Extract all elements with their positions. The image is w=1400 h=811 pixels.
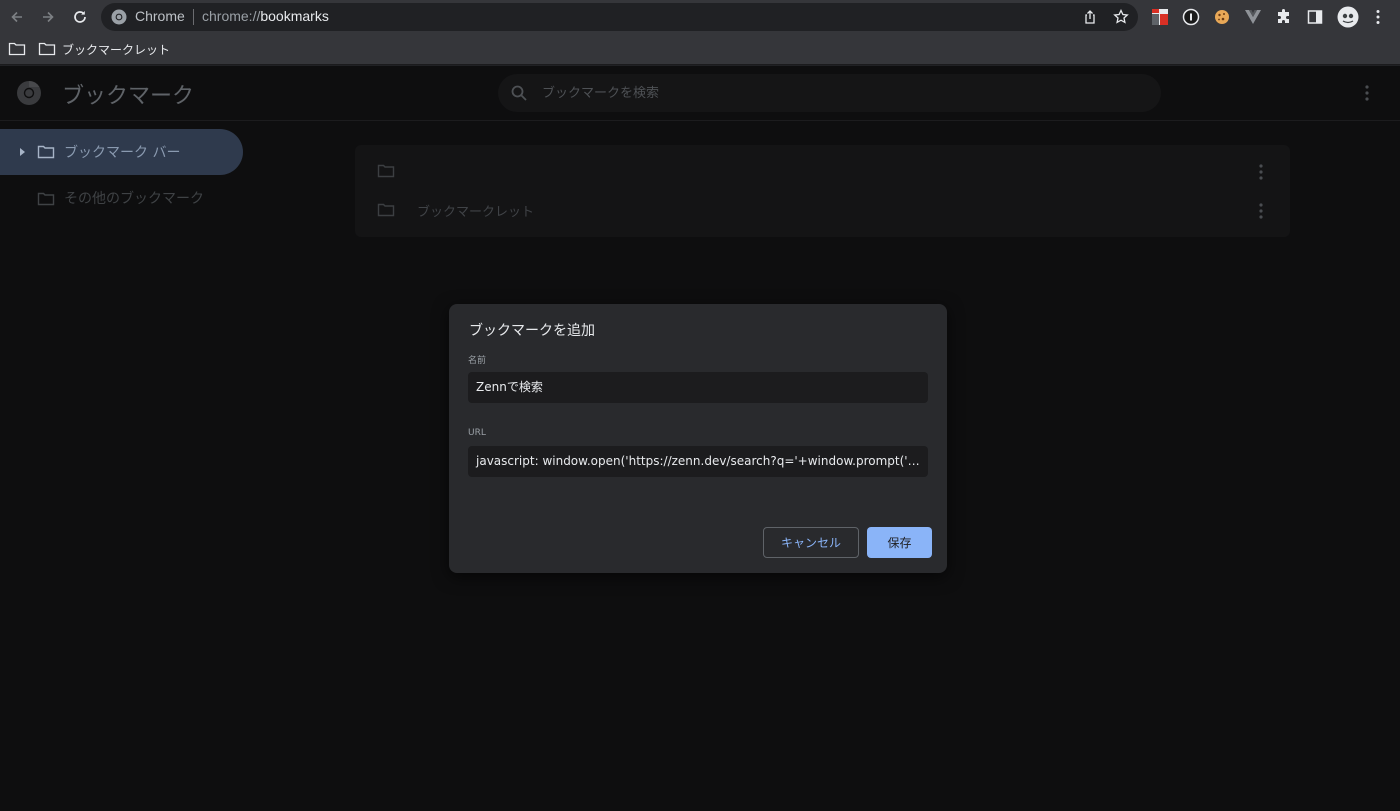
cancel-button[interactable]: キャンセル: [763, 527, 859, 558]
chrome-logo-icon: [111, 9, 127, 25]
browser-toolbar: Chrome chrome://bookmarks: [0, 0, 1400, 34]
expand-arrow-icon[interactable]: [18, 147, 26, 157]
folder-icon: [38, 42, 56, 56]
tiles-icon: [1152, 9, 1168, 25]
folder-icon: [37, 192, 55, 206]
url-prefix: chrome://: [202, 8, 261, 24]
folder-icon: [377, 203, 395, 217]
arrow-right-icon: [43, 11, 54, 23]
name-field-label: 名前: [468, 356, 487, 366]
url-host: bookmarks: [260, 8, 329, 24]
name-field[interactable]: Zennで検索: [468, 372, 928, 403]
share-button[interactable]: [1080, 7, 1100, 27]
search-input[interactable]: [542, 74, 1142, 112]
arrow-left-icon: [11, 11, 22, 23]
omnibox-url[interactable]: chrome://bookmarks: [202, 8, 329, 24]
omnibox-chip-label: Chrome: [135, 8, 185, 24]
cookie-icon: [1215, 10, 1229, 24]
extension-1-button[interactable]: [1149, 6, 1171, 28]
more-vert-icon[interactable]: [1253, 202, 1269, 220]
sidebar-item-other-bookmarks[interactable]: その他のブックマーク: [0, 176, 243, 220]
share-icon: [1085, 10, 1095, 24]
add-bookmark-dialog: ブックマークを追加 名前 Zennで検索 URL javascript: win…: [449, 304, 947, 573]
chrome-menu-button[interactable]: [1367, 6, 1389, 28]
search-box[interactable]: [498, 74, 1161, 112]
save-button[interactable]: 保存: [867, 527, 932, 558]
page-header: ブックマーク: [0, 66, 1400, 121]
sidebar-item-label: ブックマーク バー: [64, 145, 181, 161]
cookie-extension-button[interactable]: [1211, 6, 1233, 28]
more-vert-icon[interactable]: [1358, 83, 1376, 103]
more-vert-icon[interactable]: [1253, 163, 1269, 181]
list-item[interactable]: [355, 151, 1290, 191]
list-item-label: ブックマークレット: [417, 205, 535, 220]
star-icon: [1113, 9, 1129, 24]
extensions-button[interactable]: [1273, 6, 1295, 28]
folder-icon: [377, 164, 395, 178]
bookmark-star-button[interactable]: [1111, 7, 1131, 27]
avatar-icon: [1337, 6, 1359, 28]
profile-avatar-button[interactable]: [1336, 5, 1360, 29]
url-field-label: URL: [468, 428, 486, 438]
onepassword-icon: [1182, 8, 1200, 26]
dialog-title: ブックマークを追加: [469, 323, 595, 339]
omnibox-separator: [193, 9, 194, 25]
more-vert-icon: [1376, 10, 1380, 24]
side-panel-button[interactable]: [1304, 6, 1326, 28]
puzzle-icon: [1278, 9, 1289, 23]
sidebar-item-label: その他のブックマーク: [64, 191, 204, 207]
reload-button[interactable]: [67, 4, 93, 30]
bookmark-bar-item[interactable]: ブックマークレット: [38, 39, 170, 59]
password-manager-extension-button[interactable]: [1180, 6, 1202, 28]
page-title: ブックマーク: [62, 84, 195, 109]
back-button[interactable]: [4, 4, 30, 30]
bookmark-list: ブックマークレット: [355, 145, 1290, 237]
folder-icon: [37, 145, 55, 159]
search-icon: [511, 85, 527, 101]
bookmarks-bar: ブックマークレット: [0, 34, 1400, 65]
forward-button[interactable]: [35, 4, 61, 30]
chrome-logo-icon: [17, 81, 41, 105]
bookmark-bar-item-label: ブックマークレット: [62, 42, 171, 57]
bookmarks-folder-icon[interactable]: [8, 40, 26, 58]
vue-devtools-extension-button[interactable]: [1242, 6, 1264, 28]
omnibox[interactable]: Chrome chrome://bookmarks: [101, 3, 1138, 31]
list-item[interactable]: ブックマークレット: [355, 190, 1290, 230]
vue-icon: [1245, 10, 1261, 24]
reload-icon: [74, 11, 86, 23]
side-panel-icon: [1307, 10, 1323, 24]
url-field[interactable]: javascript: window.open('https://zenn.de…: [468, 446, 928, 477]
sidebar-item-bookmarks-bar[interactable]: ブックマーク バー: [0, 129, 243, 175]
